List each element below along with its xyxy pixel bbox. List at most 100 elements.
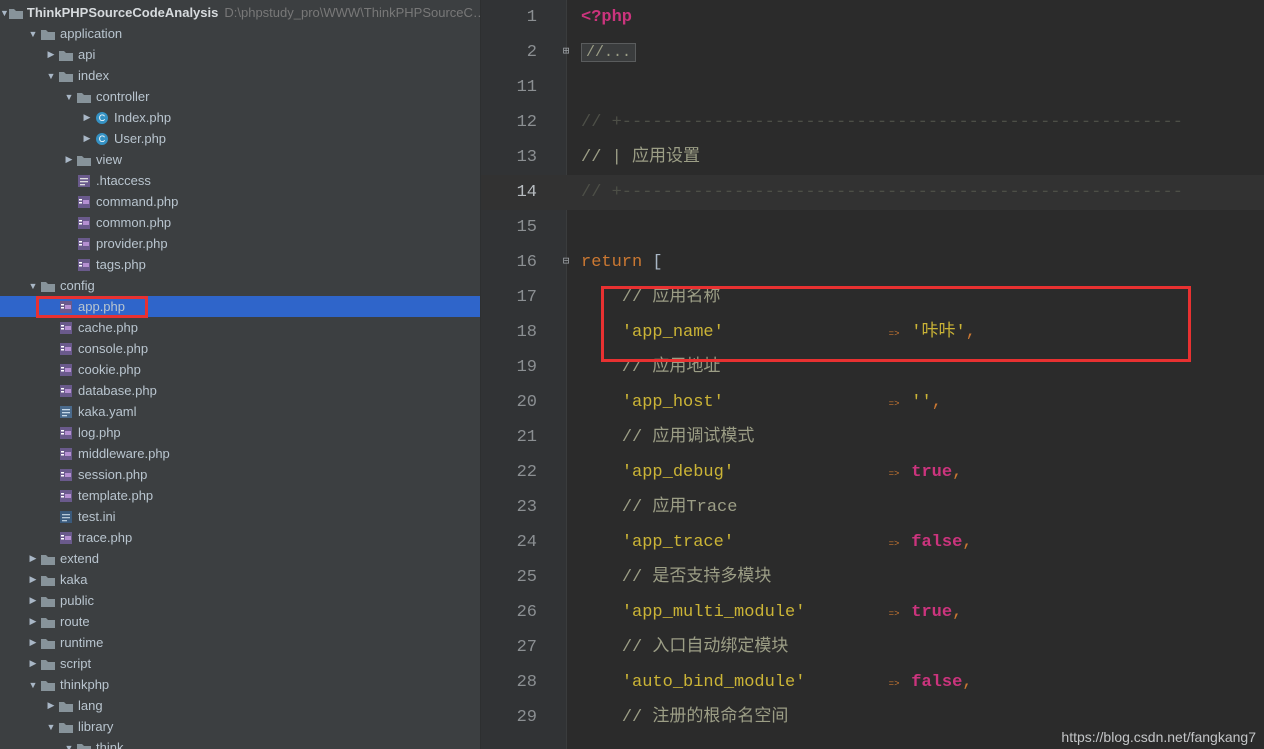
chevron-right-icon[interactable]: ▶	[62, 154, 76, 165]
chevron-down-icon[interactable]: ▼	[62, 743, 76, 749]
tree-row[interactable]: ▶CUser.php	[0, 128, 480, 149]
chevron-right-icon[interactable]: ▶	[26, 637, 40, 648]
tree-row[interactable]: ▶template.php	[0, 485, 480, 506]
chevron-right-icon[interactable]: ▶	[26, 553, 40, 564]
tree-row[interactable]: ▼ThinkPHPSourceCodeAnalysisD:\phpstudy_p…	[0, 2, 480, 23]
tree-row[interactable]: ▶ view	[0, 149, 480, 170]
fold-collapse-icon[interactable]: ⊟	[559, 255, 573, 269]
tree-row[interactable]: ▶cache.php	[0, 317, 480, 338]
tree-item-label: runtime	[60, 635, 103, 650]
tree-row[interactable]: ▼ thinkphp	[0, 674, 480, 695]
folder-icon	[40, 677, 56, 693]
code-line[interactable]: 21 // 应用调试模式	[481, 420, 1264, 455]
tree-row[interactable]: ▶api	[0, 44, 480, 65]
tree-row[interactable]: ▶ script	[0, 653, 480, 674]
code-line[interactable]: 28 'auto_bind_module' => false,	[481, 665, 1264, 700]
chevron-down-icon[interactable]: ▼	[44, 722, 58, 732]
tree-row[interactable]: ▼application	[0, 23, 480, 44]
chevron-right-icon[interactable]: ▶	[80, 112, 94, 123]
chevron-right-icon[interactable]: ▶	[26, 574, 40, 585]
tree-row[interactable]: ▼controller	[0, 86, 480, 107]
code-content: // 是否支持多模块	[581, 560, 771, 595]
tree-row[interactable]: ▶log.php	[0, 422, 480, 443]
tree-item-label: command.php	[96, 194, 178, 209]
tree-row[interactable]: ▼think	[0, 737, 480, 749]
tree-row[interactable]: ▶CIndex.php	[0, 107, 480, 128]
code-line[interactable]: 24 'app_trace' => false,	[481, 525, 1264, 560]
chevron-down-icon[interactable]: ▼	[0, 8, 9, 18]
tree-item-label: console.php	[78, 341, 148, 356]
chevron-right-icon[interactable]: ▶	[80, 133, 94, 144]
file-php-icon	[58, 530, 74, 546]
tree-row[interactable]: ▶kaka	[0, 569, 480, 590]
chevron-down-icon[interactable]: ▼	[26, 29, 40, 39]
code-line[interactable]: 17 // 应用名称	[481, 280, 1264, 315]
tree-row[interactable]: ▶ route	[0, 611, 480, 632]
code-line[interactable]: 13// | 应用设置	[481, 140, 1264, 175]
tree-item-label: extend	[60, 551, 99, 566]
tree-item-label: thinkphp	[60, 677, 109, 692]
code-line[interactable]: 11	[481, 70, 1264, 105]
code-line[interactable]: 18 'app_name' => '咔咔',	[481, 315, 1264, 350]
code-line[interactable]: 26 'app_multi_module' => true,	[481, 595, 1264, 630]
tree-row[interactable]: ▶app.php	[0, 296, 480, 317]
code-line[interactable]: 12// +----------------------------------…	[481, 105, 1264, 140]
tree-row[interactable]: ▶provider.php	[0, 233, 480, 254]
tree-row[interactable]: ▶console.php	[0, 338, 480, 359]
code-line[interactable]: 27 // 入口自动绑定模块	[481, 630, 1264, 665]
tree-row[interactable]: ▶command.php	[0, 191, 480, 212]
code-line[interactable]: 14// +----------------------------------…	[481, 175, 1264, 210]
chevron-down-icon[interactable]: ▼	[44, 71, 58, 81]
project-tree-panel[interactable]: ▼ThinkPHPSourceCodeAnalysisD:\phpstudy_p…	[0, 0, 481, 749]
tree-row[interactable]: ▶tags.php	[0, 254, 480, 275]
tree-item-label: script	[60, 656, 91, 671]
tree-row[interactable]: ▶lang	[0, 695, 480, 716]
chevron-down-icon[interactable]: ▼	[26, 281, 40, 291]
tree-row[interactable]: ▼config	[0, 275, 480, 296]
code-content: 'app_name' => '咔咔',	[581, 315, 976, 352]
tree-row[interactable]: ▶cookie.php	[0, 359, 480, 380]
chevron-right-icon[interactable]: ▶	[44, 49, 58, 60]
tree-row[interactable]: ▶ runtime	[0, 632, 480, 653]
tree-item-label: route	[60, 614, 90, 629]
tree-row[interactable]: ▶.htaccess	[0, 170, 480, 191]
code-line[interactable]: 15	[481, 210, 1264, 245]
tree-row[interactable]: ▶common.php	[0, 212, 480, 233]
code-line[interactable]: 1<?php	[481, 0, 1264, 35]
tree-item-label: template.php	[78, 488, 153, 503]
line-number: 20	[481, 385, 537, 420]
tree-row[interactable]: ▶middleware.php	[0, 443, 480, 464]
tree-row[interactable]: ▼library	[0, 716, 480, 737]
line-number: 12	[481, 105, 537, 140]
code-line[interactable]: 16⊟return [	[481, 245, 1264, 280]
tree-row[interactable]: ▶session.php	[0, 464, 480, 485]
tree-item-label: view	[96, 152, 122, 167]
code-editor[interactable]: 1<?php2⊞//...1112// +-------------------…	[481, 0, 1264, 749]
file-yaml-icon	[58, 404, 74, 420]
code-line[interactable]: 25 // 是否支持多模块	[481, 560, 1264, 595]
code-line[interactable]: 22 'app_debug' => true,	[481, 455, 1264, 490]
chevron-right-icon[interactable]: ▶	[26, 658, 40, 669]
tree-row[interactable]: ▶public	[0, 590, 480, 611]
chevron-down-icon[interactable]: ▼	[26, 680, 40, 690]
file-php-icon	[76, 215, 92, 231]
chevron-right-icon[interactable]: ▶	[26, 595, 40, 606]
code-line[interactable]: 23 // 应用Trace	[481, 490, 1264, 525]
fold-expand-icon[interactable]: ⊞	[559, 45, 573, 59]
tree-row[interactable]: ▶database.php	[0, 380, 480, 401]
file-php-icon	[76, 257, 92, 273]
tree-row[interactable]: ▼index	[0, 65, 480, 86]
code-content: return [	[581, 245, 663, 280]
code-line[interactable]: 20 'app_host' => '',	[481, 385, 1264, 420]
chevron-right-icon[interactable]: ▶	[26, 616, 40, 627]
code-line[interactable]: 19 // 应用地址	[481, 350, 1264, 385]
chevron-down-icon[interactable]: ▼	[62, 92, 76, 102]
file-php-icon	[76, 194, 92, 210]
tree-row[interactable]: ▶ extend	[0, 548, 480, 569]
tree-row[interactable]: ▶trace.php	[0, 527, 480, 548]
code-line[interactable]: 2⊞//...	[481, 35, 1264, 70]
chevron-right-icon[interactable]: ▶	[44, 700, 58, 711]
tree-row[interactable]: ▶test.ini	[0, 506, 480, 527]
tree-row[interactable]: ▶kaka.yaml	[0, 401, 480, 422]
tree-item-label: database.php	[78, 383, 157, 398]
